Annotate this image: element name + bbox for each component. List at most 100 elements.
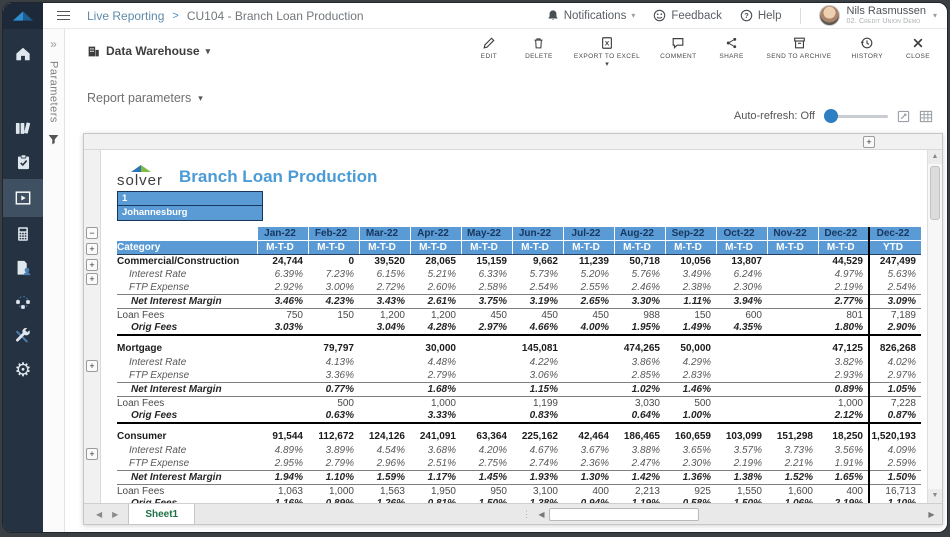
sidebar-item-budgeting[interactable] bbox=[3, 217, 43, 251]
value-cell: 2.46% bbox=[614, 281, 665, 295]
feedback-button[interactable]: Feedback bbox=[653, 9, 722, 22]
value-cell: 47,125 bbox=[818, 342, 869, 356]
scrollbar-grip[interactable]: ⋮ bbox=[522, 509, 534, 520]
value-cell: 10,056 bbox=[665, 254, 716, 268]
svg-text:X: X bbox=[605, 40, 610, 47]
value-cell bbox=[359, 369, 410, 383]
sidebar-item-home[interactable] bbox=[3, 37, 43, 71]
table-row: Interest Rate4.89%3.89%4.54%3.68%4.20%4.… bbox=[117, 444, 921, 458]
column-group-expand-button[interactable]: + bbox=[863, 136, 875, 148]
ytd-value-cell: 2.90% bbox=[869, 322, 921, 336]
export-to-excel-button[interactable]: X EXPORT TO EXCEL ▾ bbox=[574, 36, 640, 67]
auto-refresh-slider[interactable] bbox=[824, 109, 888, 123]
parameters-rail-label[interactable]: Parameters bbox=[48, 61, 60, 123]
row-group-expand-button[interactable]: + bbox=[86, 243, 98, 255]
value-cell bbox=[716, 356, 767, 370]
value-cell: 1.46% bbox=[665, 383, 716, 397]
grid-view-icon[interactable] bbox=[919, 110, 933, 123]
breadcrumb-live-reporting[interactable]: Live Reporting bbox=[87, 9, 164, 23]
notifications-button[interactable]: Notifications ▾ bbox=[547, 9, 636, 22]
report-parameters-toggle[interactable]: Report parameters ▾ bbox=[87, 91, 203, 105]
value-cell: 1.68% bbox=[410, 383, 461, 397]
sheet-nav-right-icon[interactable]: ▶ bbox=[112, 510, 118, 519]
row-group-expand-button[interactable]: + bbox=[86, 259, 98, 271]
history-button[interactable]: HISTORY bbox=[852, 36, 883, 60]
comment-button[interactable]: COMMENT bbox=[660, 36, 696, 60]
value-cell: 3.88% bbox=[614, 444, 665, 458]
value-cell bbox=[461, 356, 512, 370]
sidebar-item-archive[interactable] bbox=[3, 111, 43, 145]
row-group-expand-button[interactable]: + bbox=[86, 448, 98, 460]
ytd-value-cell: 2.54% bbox=[869, 281, 921, 295]
value-cell: 2.85% bbox=[614, 369, 665, 383]
menu-icon[interactable] bbox=[49, 3, 79, 29]
value-cell bbox=[716, 383, 767, 397]
sidebar-item-reporting[interactable] bbox=[3, 179, 43, 217]
vertical-scrollbar[interactable]: ▲ ▼ bbox=[927, 150, 942, 503]
open-in-designer-icon[interactable] bbox=[897, 110, 910, 123]
row-group-expand-button[interactable]: + bbox=[86, 273, 98, 285]
value-cell: 3.46% bbox=[257, 295, 308, 309]
value-cell: 750 bbox=[257, 308, 308, 322]
value-cell: 4.54% bbox=[359, 444, 410, 458]
value-cell: 4.48% bbox=[410, 356, 461, 370]
value-cell: 4.22% bbox=[512, 356, 563, 370]
value-cell: 2.95% bbox=[257, 457, 308, 471]
value-cell: 2.19% bbox=[818, 281, 869, 295]
chevron-down-icon: ▾ bbox=[631, 11, 635, 20]
table-row: Loan Fees5001,0001,1993,0305001,0007,228 bbox=[117, 396, 921, 410]
value-cell bbox=[767, 410, 818, 424]
row-group-expand-button[interactable]: + bbox=[86, 360, 98, 372]
chevron-down-icon: ▾ bbox=[198, 93, 203, 104]
period-column-header: M-T-D bbox=[563, 241, 614, 255]
value-cell: 3.89% bbox=[308, 444, 359, 458]
scroll-up-icon[interactable]: ▲ bbox=[928, 150, 942, 164]
horizontal-scroll-thumb[interactable] bbox=[549, 508, 699, 521]
table-row: Interest Rate6.39%7.23%6.15%5.21%6.33%5.… bbox=[117, 268, 921, 282]
slider-knob[interactable] bbox=[824, 109, 838, 123]
send-to-archive-button[interactable]: SEND TO ARCHIVE bbox=[767, 36, 832, 60]
vertical-scroll-thumb[interactable] bbox=[930, 166, 940, 220]
row-label-cell: Loan Fees bbox=[117, 396, 257, 410]
sidebar-item-process[interactable] bbox=[3, 285, 43, 319]
scroll-left-icon[interactable]: ◀ bbox=[534, 510, 549, 519]
scroll-down-icon[interactable]: ▼ bbox=[928, 489, 942, 503]
sheet-nav-left-icon[interactable]: ◀ bbox=[96, 510, 102, 519]
bell-icon bbox=[547, 9, 559, 22]
value-cell: 1.42% bbox=[614, 471, 665, 485]
row-label-cell: Commercial/Construction bbox=[117, 254, 257, 268]
value-cell: 2.92% bbox=[257, 281, 308, 295]
value-cell bbox=[461, 369, 512, 383]
share-button[interactable]: SHARE bbox=[717, 36, 747, 60]
table-corner-cell bbox=[117, 227, 257, 241]
value-cell bbox=[257, 383, 308, 397]
sidebar-item-settings[interactable]: ⚙ bbox=[3, 353, 43, 387]
pencil-icon bbox=[482, 36, 496, 50]
close-button[interactable]: CLOSE bbox=[903, 36, 933, 60]
ytd-value-cell: 1,520,193 bbox=[869, 430, 921, 444]
sidebar-item-tools[interactable] bbox=[3, 319, 43, 353]
data-source-select[interactable]: Data Warehouse ▾ bbox=[87, 44, 210, 58]
spacer-cell bbox=[117, 335, 869, 342]
value-cell: 2.72% bbox=[359, 281, 410, 295]
user-menu[interactable]: Nils Rasmussen 02. Credit Union Demo ▾ bbox=[819, 5, 937, 26]
row-label-cell: Interest Rate bbox=[117, 268, 257, 282]
expand-panel-icon[interactable]: » bbox=[50, 37, 57, 51]
horizontal-scrollbar[interactable]: ⋮ ◀ ▶ bbox=[522, 504, 942, 524]
delete-button[interactable]: DELETE bbox=[524, 36, 554, 60]
value-cell: 500 bbox=[665, 396, 716, 410]
value-cell: 1.80% bbox=[818, 322, 869, 336]
value-cell: 0.77% bbox=[308, 383, 359, 397]
horizontal-scroll-track[interactable] bbox=[699, 508, 927, 521]
row-group-collapse-button[interactable]: − bbox=[86, 227, 98, 239]
sidebar-item-collaboration[interactable] bbox=[3, 251, 43, 285]
edit-button[interactable]: EDIT bbox=[474, 36, 504, 60]
breadcrumb: Live Reporting > CU104 - Branch Loan Pro… bbox=[87, 9, 364, 23]
scroll-right-icon[interactable]: ▶ bbox=[927, 510, 942, 519]
process-nodes-icon bbox=[13, 292, 33, 312]
filter-funnel-icon[interactable] bbox=[47, 133, 60, 146]
value-cell: 4.67% bbox=[512, 444, 563, 458]
sidebar-item-tasks[interactable] bbox=[3, 145, 43, 179]
help-button[interactable]: ? Help bbox=[740, 9, 782, 22]
sheet-tab[interactable]: Sheet1 bbox=[128, 504, 195, 524]
